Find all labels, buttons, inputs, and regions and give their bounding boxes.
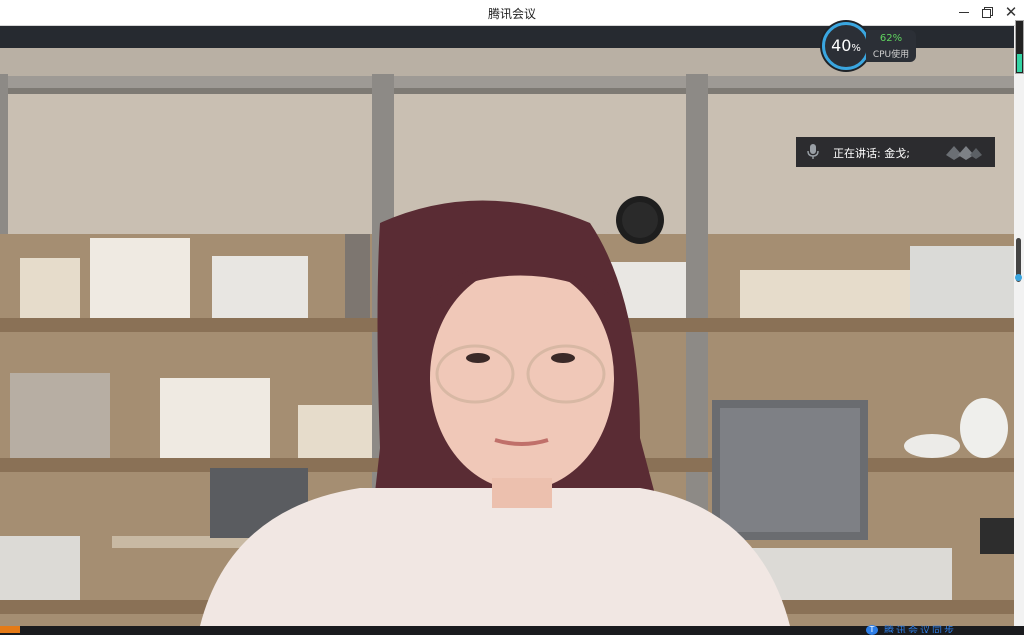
microphone-icon — [807, 144, 819, 159]
right-edge-panel — [1014, 26, 1024, 626]
window-title: 腾讯会议 — [487, 7, 536, 21]
minimize-button[interactable] — [955, 3, 973, 21]
cpu-usage-value: 62% — [879, 33, 903, 44]
speaking-indicator: 正在讲话: 金戈; — [796, 137, 995, 167]
app-cpu-percent: 40 — [831, 36, 852, 55]
tencent-meeting-logo — [946, 146, 982, 160]
taskbar-truncated-text: 腾讯会议同步 — [884, 626, 956, 633]
close-button[interactable]: ✕ — [1002, 3, 1020, 21]
video-feed — [0, 48, 1014, 626]
speaker-volume-slider[interactable] — [1015, 238, 1022, 282]
speaking-label: 正在讲话: 金戈; — [833, 147, 910, 160]
app-cpu-ring: 40% — [822, 22, 870, 70]
app-cpu-percent-unit: % — [851, 43, 861, 54]
cpu-usage-box: 62% CPU使用 — [866, 30, 916, 62]
taskbar-badge[interactable]: T — [866, 625, 878, 635]
cpu-usage-widget[interactable]: 40% 62% CPU使用 — [822, 22, 918, 70]
bottom-bar: T 腾讯会议同步 — [0, 625, 1024, 635]
restore-button[interactable] — [979, 3, 997, 21]
speaker-volume-knob[interactable] — [1015, 274, 1022, 281]
orange-tab[interactable] — [0, 626, 20, 633]
cpu-usage-label: CPU使用 — [872, 50, 910, 60]
mic-volume-meter — [1015, 20, 1024, 74]
mic-volume-fill — [1017, 54, 1022, 72]
video-frame — [0, 48, 1014, 626]
